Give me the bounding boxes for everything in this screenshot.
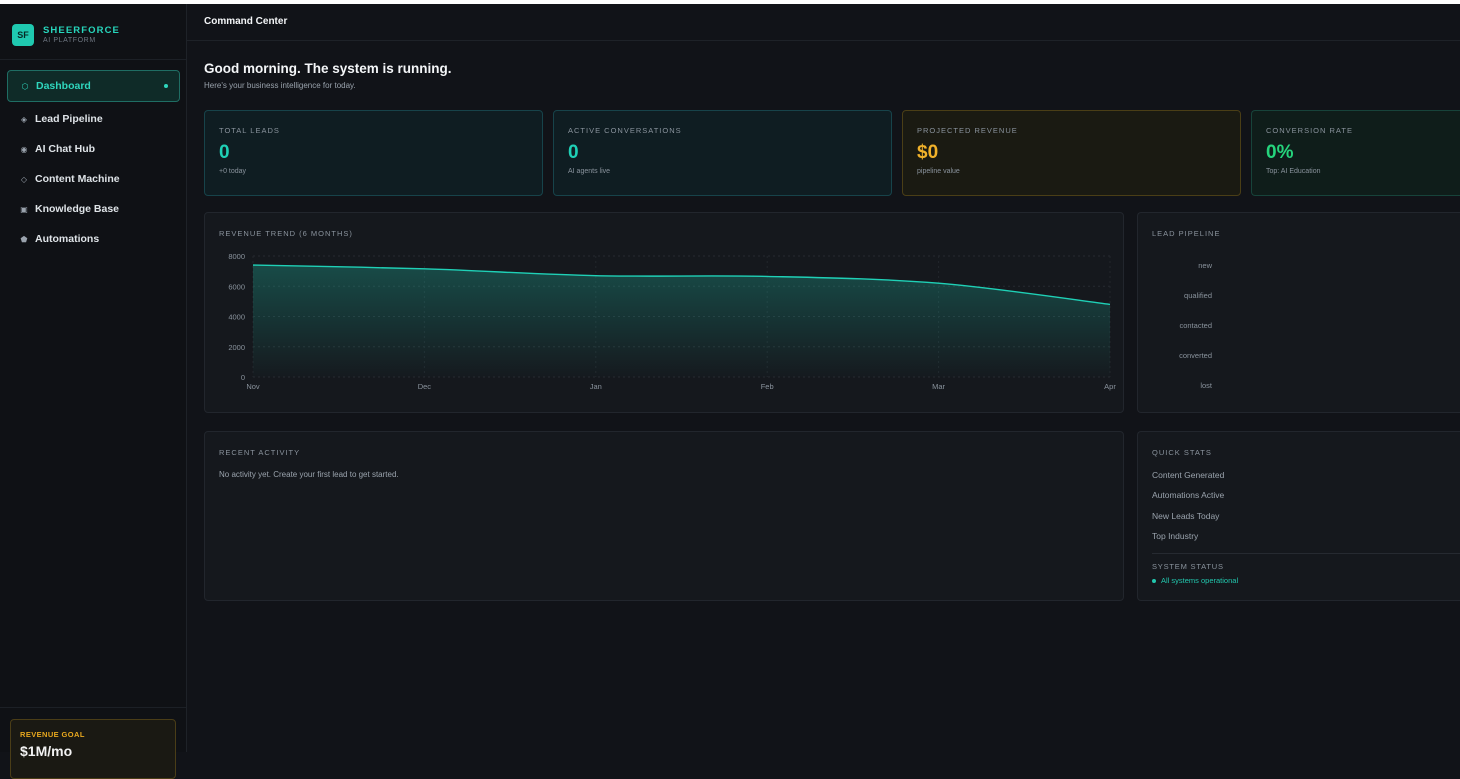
pipeline-title: LEAD PIPELINE xyxy=(1152,229,1220,238)
lead-pipeline-panel: LEAD PIPELINE new qualified contacted co… xyxy=(1137,212,1460,413)
sidebar-item-automations[interactable]: ⬟ Automations xyxy=(7,224,180,254)
stat-top-industry: Top Industry xyxy=(1152,531,1198,541)
target-icon: ◉ xyxy=(18,145,30,154)
sidebar-item-dashboard[interactable]: ⬡ Dashboard xyxy=(7,70,180,102)
kpi-note: Top: AI Education xyxy=(1266,168,1446,175)
revenue-goal-label: REVENUE GOAL xyxy=(20,730,166,739)
sidebar-item-ai-chat-hub[interactable]: ◉ AI Chat Hub xyxy=(7,134,180,164)
quick-stats-title: QUICK STATS xyxy=(1152,448,1212,457)
quick-stats-panel: QUICK STATS Content Generated Automation… xyxy=(1137,431,1460,601)
kpi-note: +0 today xyxy=(219,168,528,175)
stat-content-generated: Content Generated xyxy=(1152,470,1224,480)
x-tick-label: Feb xyxy=(761,382,774,391)
kpi-value: 0% xyxy=(1266,142,1446,164)
sidebar-item-label: AI Chat Hub xyxy=(35,143,95,155)
kpi-card-conversion-rate: CONVERSION RATE 0% Top: AI Education xyxy=(1251,110,1460,196)
brand-name: SHEERFORCE xyxy=(43,25,120,36)
system-status-label: SYSTEM STATUS xyxy=(1152,562,1224,571)
x-tick-label: Dec xyxy=(418,382,432,391)
kpi-card-projected-revenue: PROJECTED REVENUE $0 pipeline value xyxy=(902,110,1241,196)
kpi-label: TOTAL LEADS xyxy=(219,126,528,135)
y-tick-label: 6000 xyxy=(228,282,245,291)
status-dot-icon xyxy=(1152,579,1156,583)
kpi-value: $0 xyxy=(917,142,1226,164)
brand[interactable]: SF SHEERFORCE AI PLATFORM xyxy=(12,22,120,48)
pipeline-stage-qualified: qualified xyxy=(1152,291,1212,300)
pipeline-stage-converted: converted xyxy=(1152,351,1212,360)
x-tick-label: Mar xyxy=(932,382,945,391)
revenue-trend-chart: 0 2000 4000 6000 8000 Nov Dec Jan Feb Mar Apr xyxy=(205,213,1125,414)
revenue-goal-card: REVENUE GOAL $1M/mo xyxy=(10,719,176,779)
kpi-card-total-leads: TOTAL LEADS 0 +0 today xyxy=(204,110,543,196)
revenue-trend-panel: REVENUE TREND (6 MONTHS) 020004000600080… xyxy=(204,212,1124,413)
kpi-label: PROJECTED REVENUE xyxy=(917,126,1226,135)
pipeline-stage-lost: lost xyxy=(1152,381,1212,390)
stat-new-leads-today: New Leads Today xyxy=(1152,511,1219,521)
stats-divider xyxy=(1152,553,1460,554)
brand-subtitle: AI PLATFORM xyxy=(43,36,120,46)
system-status: All systems operational xyxy=(1152,576,1238,585)
kpi-label: CONVERSION RATE xyxy=(1266,126,1446,135)
y-tick-label: 0 xyxy=(241,373,245,382)
system-status-text: All systems operational xyxy=(1161,576,1238,585)
y-tick-label: 8000 xyxy=(228,252,245,261)
kpi-card-active-conversations: ACTIVE CONVERSATIONS 0 AI agents live xyxy=(553,110,892,196)
kpi-label: ACTIVE CONVERSATIONS xyxy=(568,126,877,135)
y-tick-label: 4000 xyxy=(228,313,245,322)
diamond-outline-icon: ◇ xyxy=(18,175,30,184)
sidebar-item-label: Content Machine xyxy=(35,173,120,185)
kpi-value: 0 xyxy=(219,142,528,164)
sidebar-item-label: Automations xyxy=(35,233,99,245)
activity-title: RECENT ACTIVITY xyxy=(219,448,300,457)
sidebar-item-label: Knowledge Base xyxy=(35,203,119,215)
sidebar-nav: ⬡ Dashboard ◈ Lead Pipeline ◉ AI Chat Hu… xyxy=(7,70,180,254)
y-tick-label: 2000 xyxy=(228,343,245,352)
greeting-subtitle: Here's your business intelligence for to… xyxy=(204,81,356,90)
sidebar-item-knowledge-base[interactable]: ▣ Knowledge Base xyxy=(7,194,180,224)
sidebar-item-label: Lead Pipeline xyxy=(35,113,103,125)
pipeline-stage-contacted: contacted xyxy=(1152,321,1212,330)
x-tick-label: Jan xyxy=(590,382,602,391)
pipeline-stage-new: new xyxy=(1152,261,1212,270)
recent-activity-panel: RECENT ACTIVITY No activity yet. Create … xyxy=(204,431,1124,601)
square-icon: ▣ xyxy=(18,205,30,214)
kpi-note: AI agents live xyxy=(568,168,877,175)
x-tick-label: Apr xyxy=(1104,382,1116,391)
kpi-value: 0 xyxy=(568,142,877,164)
sidebar-divider xyxy=(0,707,186,708)
revenue-goal-value: $1M/mo xyxy=(20,743,166,759)
revenue-area-fill xyxy=(253,265,1110,377)
activity-empty-state: No activity yet. Create your first lead … xyxy=(219,470,399,479)
page-title: Command Center xyxy=(204,16,287,27)
hexagon-icon: ⬡ xyxy=(19,82,31,91)
sidebar-item-label: Dashboard xyxy=(36,80,91,92)
sidebar: SF SHEERFORCE AI PLATFORM ⬡ Dashboard ◈ … xyxy=(0,4,187,752)
sidebar-item-lead-pipeline[interactable]: ◈ Lead Pipeline xyxy=(7,104,180,134)
diamond-icon: ◈ xyxy=(18,115,30,124)
sidebar-item-content-machine[interactable]: ◇ Content Machine xyxy=(7,164,180,194)
stat-automations-active: Automations Active xyxy=(1152,490,1224,500)
sidebar-divider xyxy=(0,59,186,60)
greeting-title: Good morning. The system is running. xyxy=(204,61,452,76)
active-indicator xyxy=(164,84,168,88)
kpi-note: pipeline value xyxy=(917,168,1226,175)
brand-logo: SF xyxy=(12,24,34,46)
x-tick-label: Nov xyxy=(246,382,260,391)
top-header: Command Center xyxy=(187,4,1460,41)
pentagon-icon: ⬟ xyxy=(18,235,30,244)
